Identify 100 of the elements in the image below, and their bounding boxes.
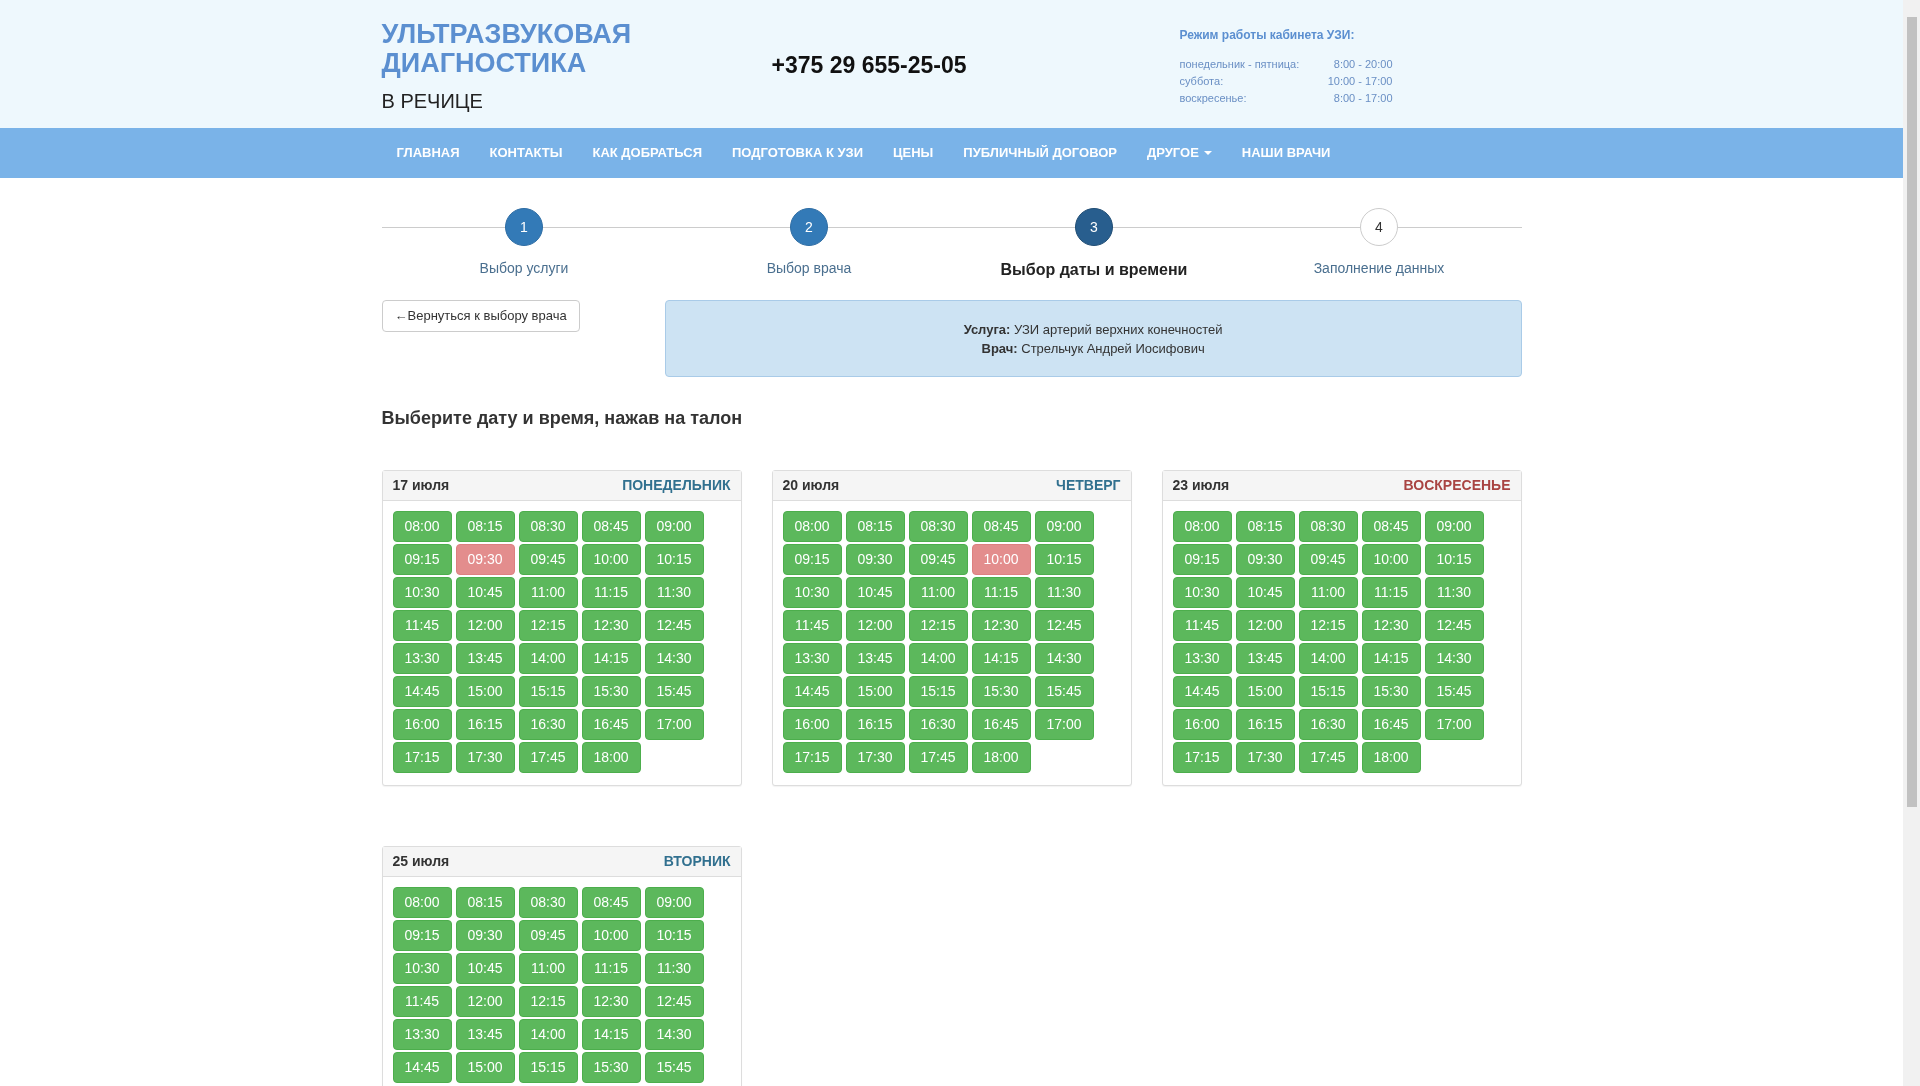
- time-slot-button[interactable]: 16:00: [782, 709, 842, 740]
- time-slot-button[interactable]: 14:45: [1172, 676, 1232, 707]
- time-slot-button[interactable]: 12:45: [644, 610, 704, 641]
- time-slot-button[interactable]: 11:00: [908, 577, 968, 608]
- time-slot-button[interactable]: 11:30: [644, 577, 704, 608]
- nav-link[interactable]: НАШИ ВРАЧИ: [1226, 143, 1346, 163]
- time-slot-button[interactable]: 13:45: [455, 1019, 515, 1050]
- time-slot-button[interactable]: 11:45: [782, 610, 842, 641]
- time-slot-button[interactable]: 11:45: [392, 610, 452, 641]
- time-slot-button[interactable]: 10:45: [455, 577, 515, 608]
- time-slot-button[interactable]: 16:15: [455, 709, 515, 740]
- time-slot-button[interactable]: 15:45: [1034, 676, 1094, 707]
- time-slot-button[interactable]: 15:30: [1361, 676, 1421, 707]
- time-slot-button[interactable]: 11:00: [1298, 577, 1358, 608]
- time-slot-button[interactable]: 16:15: [845, 709, 905, 740]
- time-slot-button[interactable]: 09:45: [1298, 544, 1358, 575]
- time-slot-button[interactable]: 10:15: [644, 920, 704, 951]
- time-slot-button[interactable]: 08:45: [1361, 511, 1421, 542]
- time-slot-button[interactable]: 16:45: [971, 709, 1031, 740]
- time-slot-button[interactable]: 11:15: [581, 577, 641, 608]
- time-slot-button[interactable]: 14:00: [1298, 643, 1358, 674]
- time-slot-button[interactable]: 12:45: [1034, 610, 1094, 641]
- time-slot-button[interactable]: 10:15: [1424, 544, 1484, 575]
- time-slot-button[interactable]: 10:45: [455, 953, 515, 984]
- time-slot-button[interactable]: 14:15: [1361, 643, 1421, 674]
- time-slot-button[interactable]: 15:30: [971, 676, 1031, 707]
- time-slot-button[interactable]: 16:30: [518, 709, 578, 740]
- time-slot-button[interactable]: 09:30: [455, 920, 515, 951]
- time-slot-button[interactable]: 14:00: [908, 643, 968, 674]
- time-slot-button[interactable]: 08:30: [518, 887, 578, 918]
- nav-link[interactable]: ДРУГОЕ: [1132, 143, 1227, 163]
- time-slot-button[interactable]: 12:00: [1235, 610, 1295, 641]
- back-button[interactable]: ←Вернуться к выбору врача: [381, 300, 580, 332]
- time-slot-button[interactable]: 13:45: [845, 643, 905, 674]
- time-slot-button[interactable]: 15:45: [1424, 676, 1484, 707]
- time-slot-button[interactable]: 12:30: [581, 986, 641, 1017]
- time-slot-button[interactable]: 09:00: [644, 511, 704, 542]
- time-slot-button[interactable]: 15:15: [518, 1052, 578, 1083]
- time-slot-button[interactable]: 10:30: [392, 577, 452, 608]
- time-slot-button[interactable]: 15:15: [518, 676, 578, 707]
- time-slot-button[interactable]: 15:15: [908, 676, 968, 707]
- time-slot-button[interactable]: 14:00: [518, 643, 578, 674]
- time-slot-button[interactable]: 09:00: [644, 887, 704, 918]
- time-slot-button[interactable]: 10:15: [644, 544, 704, 575]
- time-slot-button[interactable]: 15:45: [644, 676, 704, 707]
- time-slot-button[interactable]: 08:15: [455, 887, 515, 918]
- time-slot-button[interactable]: 16:45: [1361, 709, 1421, 740]
- time-slot-button[interactable]: 14:00: [518, 1019, 578, 1050]
- time-slot-button[interactable]: 10:30: [782, 577, 842, 608]
- time-slot-button[interactable]: 15:00: [455, 1052, 515, 1083]
- time-slot-button[interactable]: 13:45: [455, 643, 515, 674]
- time-slot-button[interactable]: 09:45: [908, 544, 968, 575]
- time-slot-button[interactable]: 18:00: [1361, 742, 1421, 773]
- time-slot-button[interactable]: 11:15: [1361, 577, 1421, 608]
- time-slot-button[interactable]: 16:30: [908, 709, 968, 740]
- time-slot-button[interactable]: 12:15: [518, 610, 578, 641]
- time-slot-button[interactable]: 14:30: [644, 1019, 704, 1050]
- time-slot-button[interactable]: 09:15: [1172, 544, 1232, 575]
- time-slot-button[interactable]: 08:00: [392, 887, 452, 918]
- nav-link[interactable]: ГЛАВНАЯ: [381, 143, 475, 163]
- time-slot-button[interactable]: 08:45: [581, 887, 641, 918]
- time-slot-button[interactable]: 10:00: [971, 544, 1031, 575]
- time-slot-button[interactable]: 17:30: [1235, 742, 1295, 773]
- time-slot-button[interactable]: 08:30: [518, 511, 578, 542]
- time-slot-button[interactable]: 17:45: [908, 742, 968, 773]
- time-slot-button[interactable]: 14:15: [971, 643, 1031, 674]
- time-slot-button[interactable]: 08:15: [845, 511, 905, 542]
- time-slot-button[interactable]: 08:30: [1298, 511, 1358, 542]
- time-slot-button[interactable]: 12:30: [1361, 610, 1421, 641]
- nav-link[interactable]: КОНТАКТЫ: [474, 143, 578, 163]
- time-slot-button[interactable]: 12:30: [971, 610, 1031, 641]
- time-slot-button[interactable]: 17:00: [644, 709, 704, 740]
- time-slot-button[interactable]: 12:00: [845, 610, 905, 641]
- time-slot-button[interactable]: 10:00: [581, 920, 641, 951]
- time-slot-button[interactable]: 12:00: [455, 986, 515, 1017]
- time-slot-button[interactable]: 09:15: [392, 920, 452, 951]
- time-slot-button[interactable]: 16:15: [1235, 709, 1295, 740]
- scrollbar[interactable]: [1903, 0, 1920, 1086]
- time-slot-button[interactable]: 15:00: [845, 676, 905, 707]
- time-slot-button[interactable]: 14:30: [1034, 643, 1094, 674]
- time-slot-button[interactable]: 11:45: [1172, 610, 1232, 641]
- time-slot-button[interactable]: 12:30: [581, 610, 641, 641]
- time-slot-button[interactable]: 08:00: [1172, 511, 1232, 542]
- time-slot-button[interactable]: 12:15: [518, 986, 578, 1017]
- time-slot-button[interactable]: 14:15: [581, 1019, 641, 1050]
- time-slot-button[interactable]: 11:30: [1034, 577, 1094, 608]
- time-slot-button[interactable]: 11:15: [581, 953, 641, 984]
- time-slot-button[interactable]: 17:30: [455, 742, 515, 773]
- time-slot-button[interactable]: 17:45: [1298, 742, 1358, 773]
- time-slot-button[interactable]: 13:30: [1172, 643, 1232, 674]
- time-slot-button[interactable]: 14:30: [1424, 643, 1484, 674]
- time-slot-button[interactable]: 12:15: [1298, 610, 1358, 641]
- time-slot-button[interactable]: 12:15: [908, 610, 968, 641]
- time-slot-button[interactable]: 17:15: [1172, 742, 1232, 773]
- time-slot-button[interactable]: 09:00: [1424, 511, 1484, 542]
- time-slot-button[interactable]: 15:30: [581, 676, 641, 707]
- time-slot-button[interactable]: 17:45: [518, 742, 578, 773]
- time-slot-button[interactable]: 14:30: [644, 643, 704, 674]
- time-slot-button[interactable]: 15:00: [455, 676, 515, 707]
- time-slot-button[interactable]: 14:45: [782, 676, 842, 707]
